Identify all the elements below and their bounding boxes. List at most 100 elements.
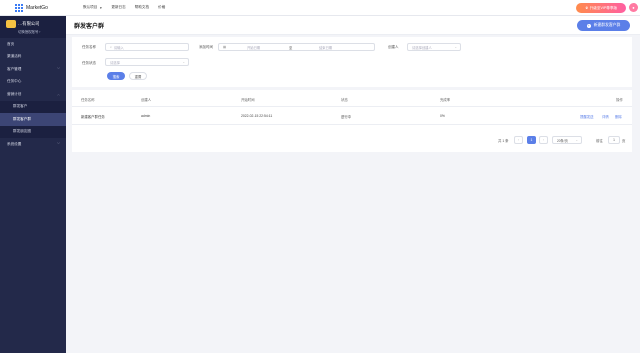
end-date-placeholder: 结束日期 xyxy=(319,45,333,50)
logo-text: MarketGo xyxy=(26,4,48,11)
chevron-up-icon: ︿ xyxy=(56,92,60,97)
search-icon: ⌕ xyxy=(110,45,112,49)
start-date-placeholder: 开始日期 xyxy=(247,45,261,50)
column-header: 创建人 xyxy=(141,98,152,102)
page-number-1[interactable]: 1 xyxy=(527,136,536,144)
calendar-icon: ▦ xyxy=(223,45,227,49)
search-button[interactable]: 搜索 xyxy=(107,72,125,80)
time-label: 添加时间 xyxy=(199,45,213,49)
sidebar: …有限公司 切换授权账号 › 首页 渠道活码 客户管理 ﹀ 任务中心 营销计划 … xyxy=(0,16,66,353)
logo-grid-icon xyxy=(15,3,23,12)
chevron-down-icon: ⌄ xyxy=(182,60,185,64)
column-header: 状态 xyxy=(341,98,348,102)
task-name-cell: 新建客户群任务 xyxy=(81,115,105,119)
delete-link[interactable]: 删除 xyxy=(615,114,622,119)
prev-page-button[interactable]: ‹ xyxy=(514,136,523,144)
chevron-down-icon: ﹀ xyxy=(56,67,60,72)
reset-button[interactable]: 重置 xyxy=(129,72,147,80)
nav-label: 帮助文档 xyxy=(134,5,150,9)
chevron-down-icon: ⌄ xyxy=(575,138,578,142)
nav-project-selector[interactable]: 默认项目 ▼ xyxy=(83,5,102,10)
column-header: 完成率 xyxy=(440,98,451,102)
task-name-label: 任务名称 xyxy=(82,45,96,49)
upgrade-label: 升级至VIP尊享版 xyxy=(589,5,618,10)
switch-account-link[interactable]: 切换授权账号 › xyxy=(6,29,66,34)
sidebar-item-label: 任务中心 xyxy=(7,79,22,84)
sidebar-item-label: 系统设置 xyxy=(7,141,22,146)
task-name-input[interactable]: ⌕ 请输入 xyxy=(105,43,189,51)
status-placeholder: 请选择 xyxy=(110,60,120,65)
creator-placeholder: 请选择创建人 xyxy=(412,45,432,50)
goto-page-input[interactable]: 1 xyxy=(608,136,620,144)
column-header: 开始时间 xyxy=(241,98,255,102)
company-switcher[interactable]: …有限公司 切换授权账号 › xyxy=(0,16,66,38)
user-icon: ● xyxy=(632,5,635,10)
nav-label: 价格 xyxy=(158,5,166,9)
company-logo-icon xyxy=(6,20,16,28)
nav-label: 默认项目 xyxy=(83,5,98,9)
app-logo[interactable]: MarketGo xyxy=(0,3,80,12)
chevron-down-icon: ⌄ xyxy=(454,45,457,49)
completion-rate-cell: 0% xyxy=(440,114,445,118)
header-divider xyxy=(72,106,632,107)
next-page-button[interactable]: › xyxy=(539,136,548,144)
sidebar-item-task-center[interactable]: 任务中心 xyxy=(0,76,66,89)
top-nav: 默认项目 ▼ 更新日志 帮助文档 价格 xyxy=(83,5,174,10)
details-link[interactable]: 详情 xyxy=(602,114,609,119)
nav-pricing[interactable]: 价格 xyxy=(158,5,165,10)
status-cell: 进行中 xyxy=(341,115,352,119)
creator-cell: admin xyxy=(141,114,151,118)
start-time-cell: 2022-02-15 22:54:11 xyxy=(241,114,273,118)
creator-label: 创建人 xyxy=(388,45,399,49)
create-mass-group-button[interactable]: + 新建群发客户群 xyxy=(577,20,630,31)
nav-changelog[interactable]: 更新日志 xyxy=(111,5,125,10)
sidebar-subitem-label: 群发客户群 xyxy=(13,116,31,121)
sidebar-subitem-mass-customer-group[interactable]: 群发客户群 xyxy=(0,113,66,126)
sidebar-item-marketing-plan[interactable]: 营销计划 ︿ xyxy=(0,88,66,101)
sidebar-subitem-label: 群发客户 xyxy=(13,104,28,109)
sidebar-item-customer-management[interactable]: 客户管理 ﹀ xyxy=(0,63,66,76)
page-title: 群发客户群 xyxy=(74,23,105,30)
column-header: 任务名称 xyxy=(81,98,95,102)
page-size-value: 20条/页 xyxy=(557,138,568,143)
sidebar-item-system-settings[interactable]: 系统设置 ﹀ xyxy=(0,138,66,151)
task-table: 任务名称 创建人 开始时间 状态 完成率 操作 新建客户群任务 admin 20… xyxy=(72,90,632,152)
row-divider xyxy=(72,124,632,125)
top-bar: MarketGo 默认项目 ▼ 更新日志 帮助文档 价格 ♛ 升级至VIP尊享版… xyxy=(0,0,640,16)
nav-label: 更新日志 xyxy=(111,5,126,9)
sidebar-item-label: 客户管理 xyxy=(7,66,22,71)
company-name: …有限公司 xyxy=(6,20,66,28)
header-divider xyxy=(66,34,640,35)
status-select[interactable]: 请选择 ⌄ xyxy=(105,58,189,66)
nav-help-docs[interactable]: 帮助文档 xyxy=(135,5,149,10)
sidebar-item-label: 首页 xyxy=(7,41,15,46)
create-button-label: 新建群发客户群 xyxy=(593,23,621,27)
total-count: 共 1 条 xyxy=(498,139,509,143)
company-name-text: …有限公司 xyxy=(18,21,40,26)
sidebar-subitem-mass-customer[interactable]: 群发客户 xyxy=(0,100,66,113)
upgrade-vip-button[interactable]: ♛ 升级至VIP尊享版 xyxy=(576,3,626,13)
caret-down-icon: ▼ xyxy=(99,5,103,10)
chevron-down-icon: ﹀ xyxy=(56,142,60,147)
range-separator: 至 xyxy=(289,45,293,50)
status-label: 任务状态 xyxy=(82,61,96,65)
page-size-select[interactable]: 20条/页 ⌄ xyxy=(552,136,582,144)
sidebar-item-label: 营销计划 xyxy=(7,91,22,96)
page-suffix: 页 xyxy=(622,139,626,143)
sidebar-subitem-label: 群发朋友圈 xyxy=(13,129,31,134)
plus-icon: + xyxy=(586,23,591,28)
creator-select[interactable]: 请选择创建人 ⌄ xyxy=(407,43,461,51)
sidebar-item-home[interactable]: 首页 xyxy=(0,38,66,51)
column-header: 操作 xyxy=(616,98,623,102)
goto-label: 前往 xyxy=(596,139,603,143)
sidebar-item-channel-code[interactable]: 渠道活码 xyxy=(0,51,66,64)
remind-send-link[interactable]: 提醒发送 xyxy=(580,114,594,119)
filter-panel: 任务名称 ⌕ 请输入 添加时间 ▦ 开始日期 至 结束日期 创建人 请选择创建人… xyxy=(72,37,632,87)
sidebar-menu: 首页 渠道活码 客户管理 ﹀ 任务中心 营销计划 ︿ 群发客户 群发客户群 群发… xyxy=(0,38,66,151)
user-avatar[interactable]: ● xyxy=(629,3,638,12)
date-range-picker[interactable]: ▦ 开始日期 至 结束日期 xyxy=(218,43,375,51)
crown-icon: ♛ xyxy=(584,6,589,10)
task-name-placeholder: 请输入 xyxy=(113,45,124,50)
sidebar-item-label: 渠道活码 xyxy=(7,54,22,59)
sidebar-subitem-mass-moments[interactable]: 群发朋友圈 xyxy=(0,125,66,138)
